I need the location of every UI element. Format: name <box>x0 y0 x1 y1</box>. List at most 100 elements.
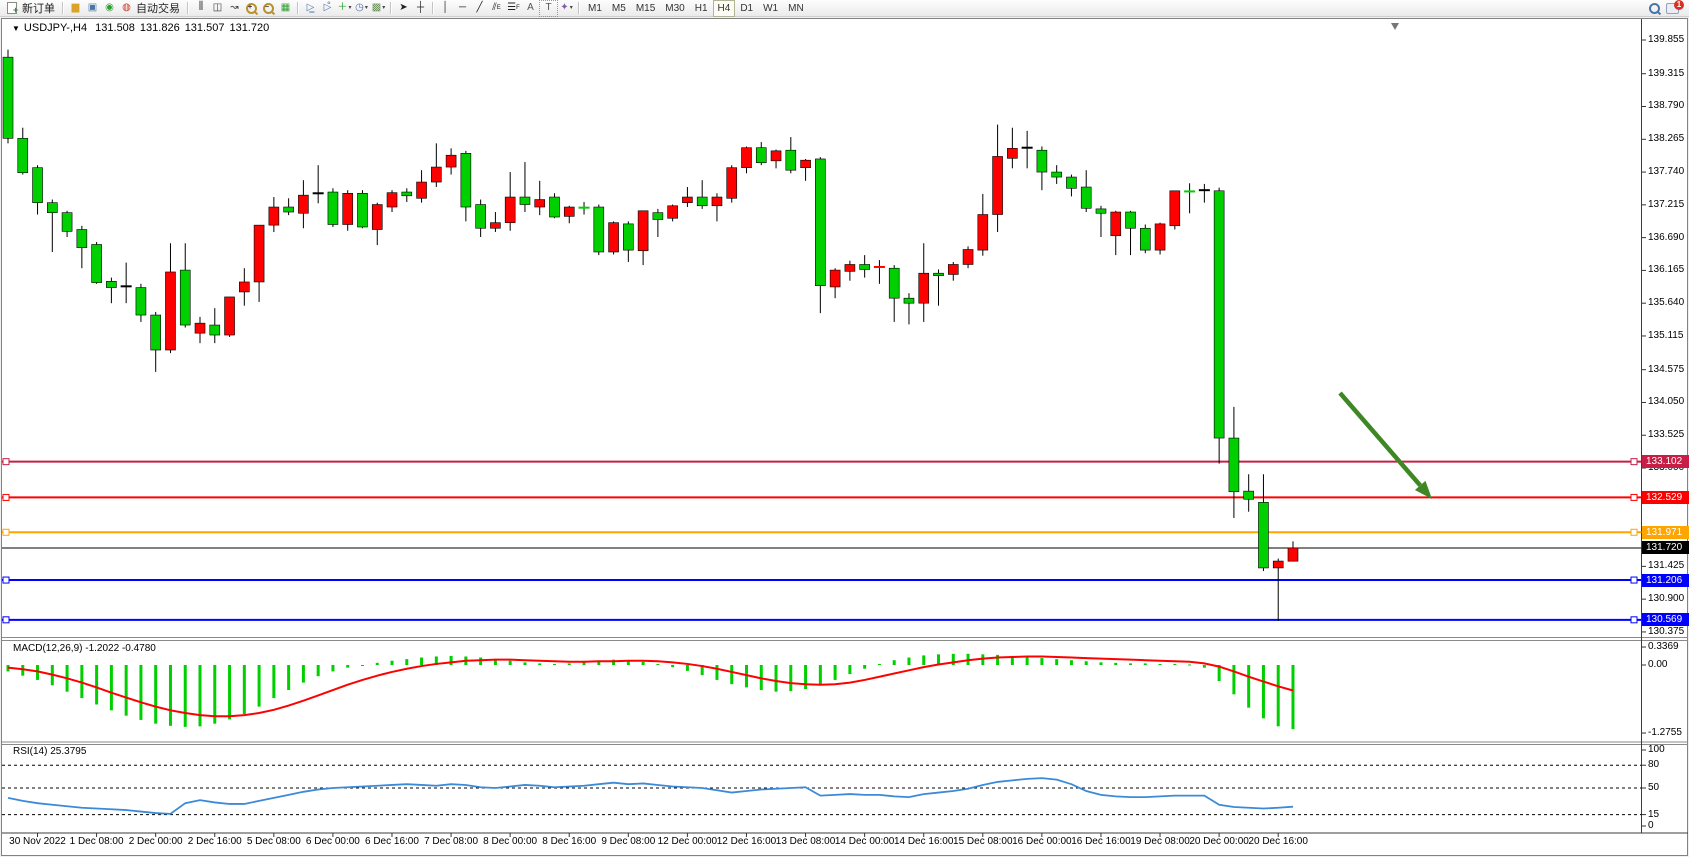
macd-bar <box>450 656 453 665</box>
candle-79 <box>1170 191 1180 230</box>
price-axis-label: 134.050 <box>1648 396 1684 407</box>
macd-bar <box>1040 658 1043 665</box>
price-badge-132.529: 132.529 <box>1642 491 1689 504</box>
candle-78 <box>1155 223 1165 255</box>
hline-handle-left[interactable] <box>3 459 9 465</box>
time-axis-label: 1 Dec 08:00 <box>70 836 124 847</box>
price-axis-label: 137.740 <box>1648 166 1684 177</box>
macd-bar <box>789 665 792 691</box>
macd-bar <box>907 658 910 665</box>
hline-handle-left[interactable] <box>3 494 9 500</box>
hline-handle-right[interactable] <box>1631 494 1637 500</box>
price-axis-label: 130.375 <box>1648 626 1684 637</box>
rsi-axis-label: 80 <box>1648 759 1659 770</box>
macd-bar <box>834 665 837 680</box>
macd-bar <box>1277 665 1280 726</box>
candle-40 <box>594 205 604 256</box>
macd-bar <box>730 665 733 684</box>
price-axis-label: 135.640 <box>1648 297 1684 308</box>
price-badge-131.720: 131.720 <box>1642 541 1689 554</box>
hline-handle-right[interactable] <box>1631 577 1637 583</box>
macd-bar <box>184 665 187 727</box>
macd-values: -1.2022 -0.4780 <box>85 643 156 654</box>
macd-bar <box>878 664 881 665</box>
candle-15 <box>225 297 235 337</box>
time-axis-label: 16 Dec 16:00 <box>1071 836 1131 847</box>
price-axis-label: 136.165 <box>1648 264 1684 275</box>
time-axis-label: 30 Nov 2022 <box>9 836 66 847</box>
macd-bar <box>405 659 408 665</box>
macd-bar <box>1203 665 1206 668</box>
chart-canvas[interactable] <box>0 0 1689 857</box>
rsi-axis-label: 50 <box>1648 782 1659 793</box>
rsi-axis-label: 0 <box>1648 820 1654 831</box>
hline-handle-left[interactable] <box>3 577 9 583</box>
macd-bar <box>243 665 246 714</box>
hline-handle-left[interactable] <box>3 617 9 623</box>
price-axis-label: 138.265 <box>1648 133 1684 144</box>
macd-axis-label: 0.3369 <box>1648 641 1679 652</box>
price-axis-label: 134.575 <box>1648 364 1684 375</box>
macd-bar <box>848 665 851 674</box>
macd-axis-label: 0.00 <box>1648 659 1667 670</box>
collapse-triangle-icon[interactable]: ▼ <box>12 24 20 33</box>
macd-bar <box>110 665 113 710</box>
time-axis-label: 5 Dec 08:00 <box>247 836 301 847</box>
macd-bar <box>1188 664 1191 665</box>
macd-bar <box>1055 659 1058 665</box>
macd-bar <box>376 663 379 665</box>
candle-37 <box>549 193 559 218</box>
macd-bar <box>568 663 571 665</box>
price-axis-label: 137.215 <box>1648 199 1684 210</box>
hline-handle-left[interactable] <box>3 529 9 535</box>
macd-bar <box>538 663 541 665</box>
macd-bar <box>139 665 142 720</box>
macd-bar <box>523 662 526 665</box>
time-axis-label: 9 Dec 08:00 <box>601 836 655 847</box>
time-axis-label: 7 Dec 08:00 <box>424 836 478 847</box>
macd-bar <box>686 665 689 671</box>
macd-bar <box>1026 657 1029 665</box>
hline-handle-right[interactable] <box>1631 459 1637 465</box>
ohlc-open: 131.508 <box>95 22 135 34</box>
rsi-value: 25.3795 <box>50 746 86 757</box>
price-axis-label: 131.425 <box>1648 560 1684 571</box>
macd-bar <box>656 664 659 665</box>
time-axis-label: 16 Dec 00:00 <box>1012 836 1072 847</box>
macd-bar <box>1232 665 1235 694</box>
macd-bar <box>1129 663 1132 665</box>
chart-window-frame <box>2 19 1688 856</box>
macd-bar <box>509 661 512 665</box>
candle-41 <box>609 221 619 254</box>
time-axis-label: 6 Dec 00:00 <box>306 836 360 847</box>
hline-handle-right[interactable] <box>1631 529 1637 535</box>
time-axis-label: 14 Dec 16:00 <box>894 836 954 847</box>
macd-bar <box>553 664 556 665</box>
macd-bar <box>775 665 778 692</box>
candle-6 <box>92 242 102 284</box>
macd-bar <box>804 665 807 689</box>
price-badge-131.206: 131.206 <box>1642 574 1689 587</box>
candle-49 <box>727 165 737 202</box>
macd-bar <box>213 665 216 724</box>
time-axis-label: 8 Dec 16:00 <box>542 836 596 847</box>
macd-bar <box>1159 664 1162 665</box>
macd-bar <box>642 662 645 665</box>
macd-bar <box>346 665 349 668</box>
price-badge-130.569: 130.569 <box>1642 613 1689 626</box>
hline-handle-right[interactable] <box>1631 617 1637 623</box>
ohlc-low: 131.507 <box>185 22 225 34</box>
macd-bar <box>1070 660 1073 665</box>
macd-bar <box>671 665 674 667</box>
time-axis-label: 2 Dec 16:00 <box>188 836 242 847</box>
macd-bar <box>1173 664 1176 665</box>
macd-bar <box>258 665 261 707</box>
macd-indicator-label: MACD(12,26,9) -1.2022 -0.4780 <box>13 643 156 654</box>
macd-bar <box>95 665 98 704</box>
ohlc-high: 131.826 <box>140 22 180 34</box>
time-axis-label: 12 Dec 16:00 <box>717 836 777 847</box>
ohlc-close: 131.720 <box>229 22 269 34</box>
macd-bar <box>361 665 364 666</box>
macd-bar <box>199 665 202 726</box>
macd-bar <box>1099 662 1102 665</box>
